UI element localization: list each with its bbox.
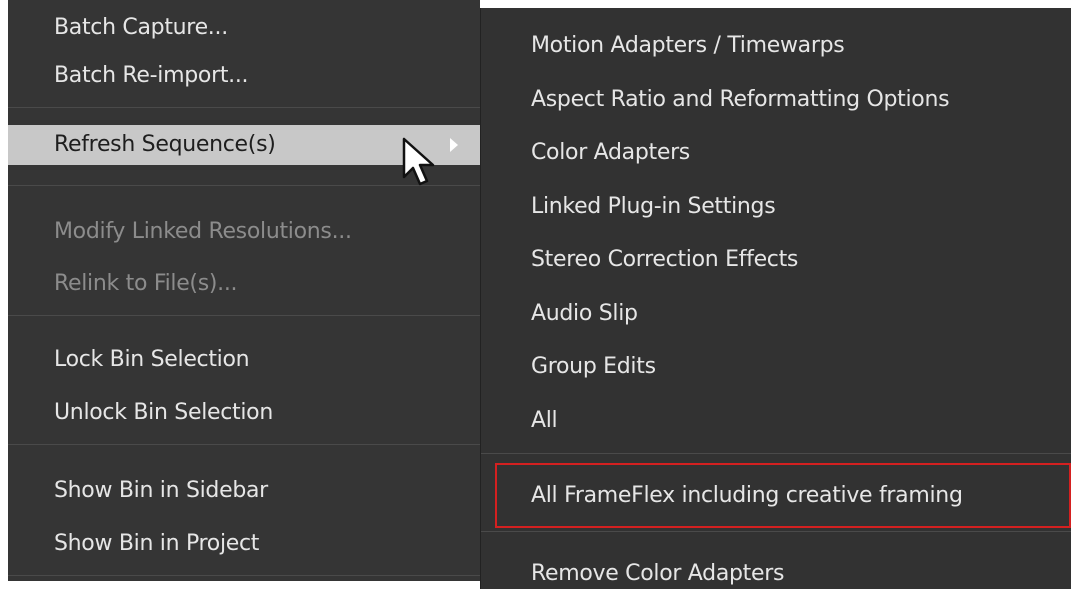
menu-divider [8,315,480,316]
highlight-callout-box [495,463,1071,528]
submenu-item-remove-color-adapters[interactable]: Remove Color Adapters [481,554,1071,589]
submenu-item-linked-plugin-settings[interactable]: Linked Plug-in Settings [481,187,1071,227]
menu-divider [8,107,480,108]
mouse-cursor-icon [402,137,435,186]
menu-divider [8,444,480,445]
menu-divider [481,531,1071,532]
menu-item-unlock-bin-selection[interactable]: Unlock Bin Selection [8,393,480,433]
submenu-item-group-edits[interactable]: Group Edits [481,347,1071,387]
menu-divider [481,453,1071,454]
chevron-right-icon [450,138,458,152]
bin-context-menu: Batch Capture... Batch Re-import... Refr… [8,0,480,581]
menu-item-modify-linked-resolutions: Modify Linked Resolutions... [54,219,352,244]
menu-item-show-bin-in-sidebar[interactable]: Show Bin in Sidebar [8,471,480,511]
menu-item-batch-capture[interactable]: Batch Capture... [8,8,480,48]
submenu-item-stereo-correction[interactable]: Stereo Correction Effects [481,240,1071,280]
menu-item-label: Refresh Sequence(s) [54,132,276,157]
submenu-item-all[interactable]: All [481,401,1071,441]
menu-item-relink-to-files: Relink to File(s)... [54,271,238,296]
submenu-item-motion-adapters[interactable]: Motion Adapters / Timewarps [481,26,1071,66]
menu-divider [8,575,480,576]
submenu-item-audio-slip[interactable]: Audio Slip [481,294,1071,334]
menu-item-show-bin-in-project[interactable]: Show Bin in Project [8,524,480,564]
menu-item-batch-reimport[interactable]: Batch Re-import... [8,56,480,96]
menu-item-lock-bin-selection[interactable]: Lock Bin Selection [8,340,480,380]
submenu-item-aspect-ratio[interactable]: Aspect Ratio and Reformatting Options [481,80,1071,120]
submenu-item-color-adapters[interactable]: Color Adapters [481,133,1071,173]
screenshot-canvas: Batch Capture... Batch Re-import... Refr… [0,0,1071,589]
